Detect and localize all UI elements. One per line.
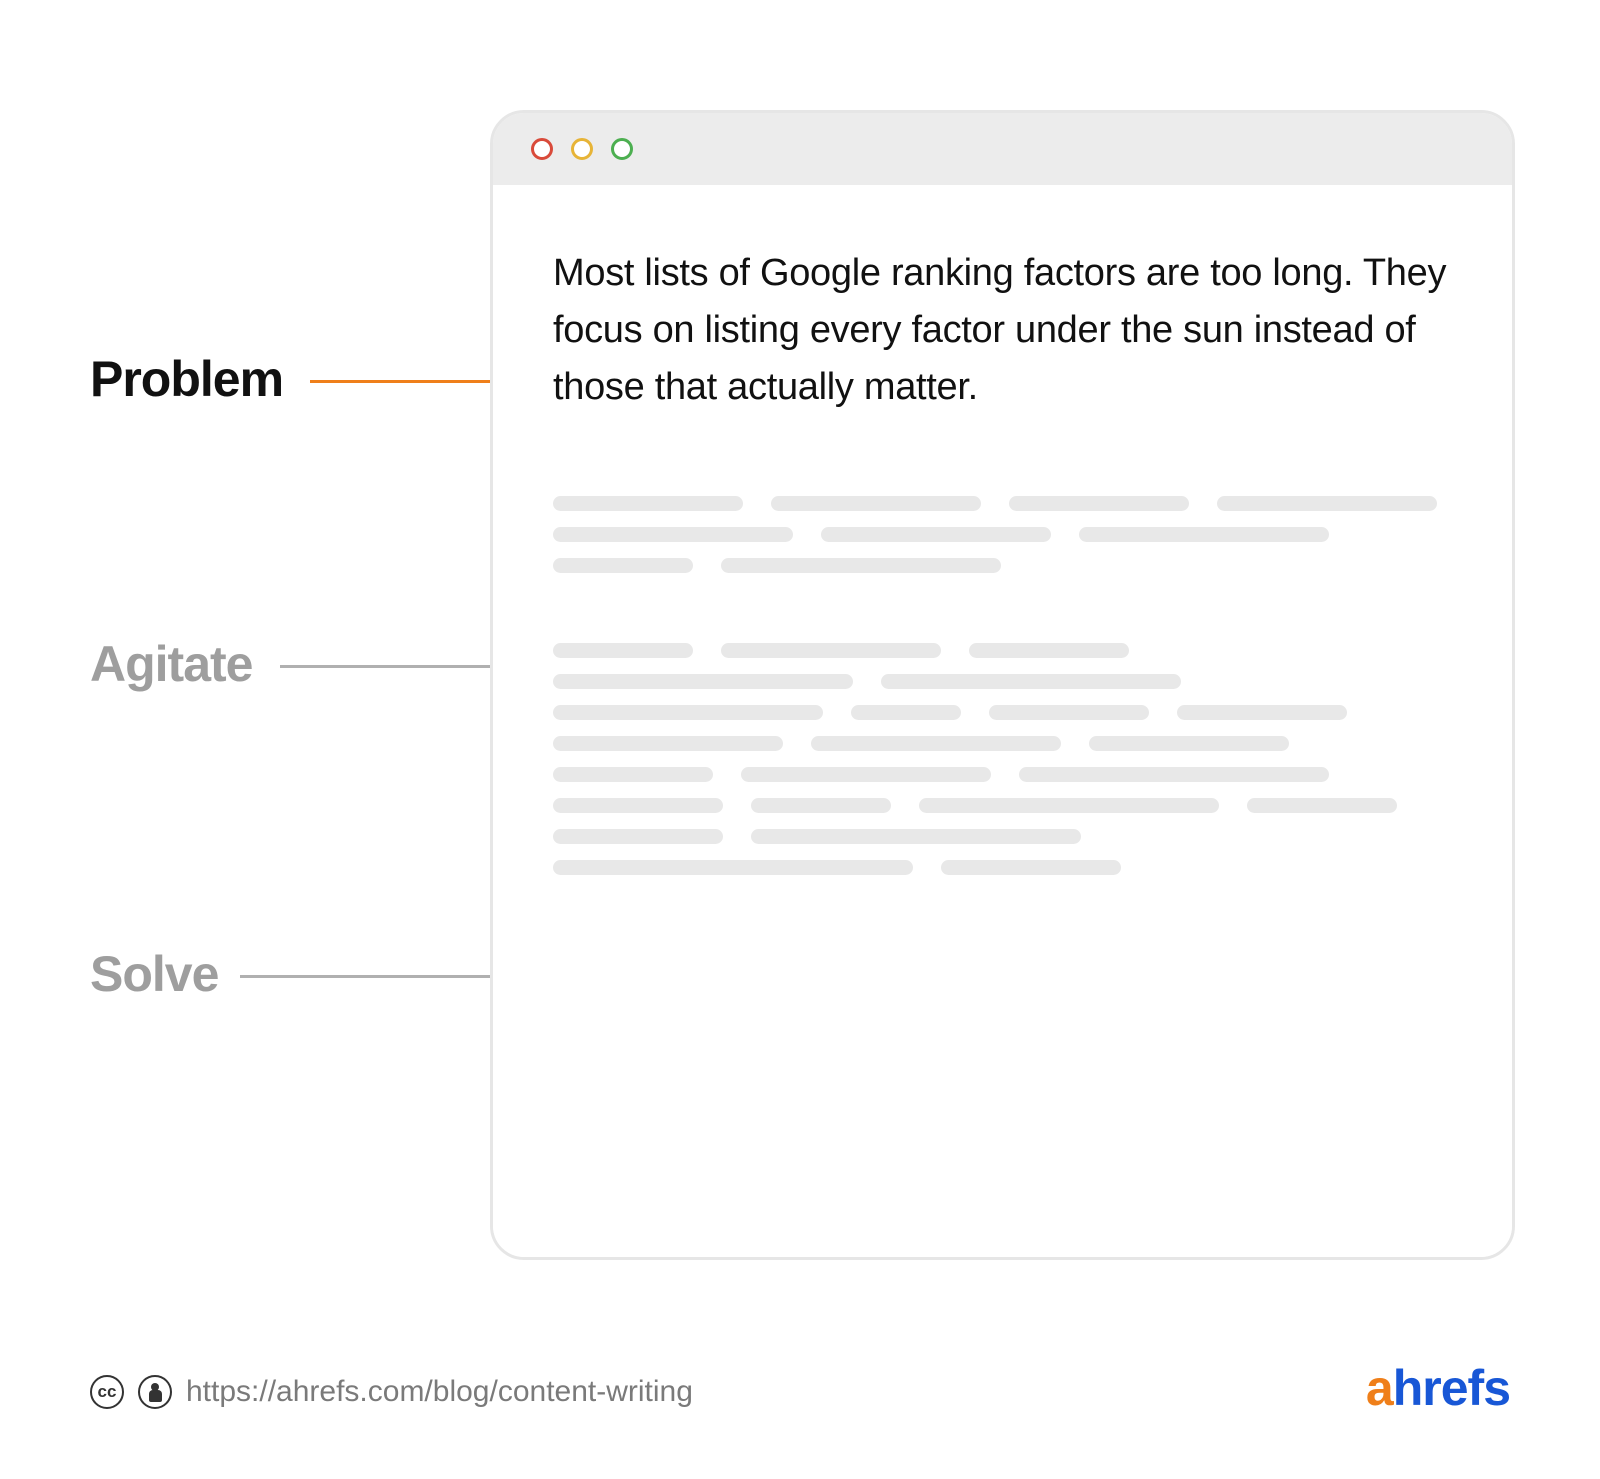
placeholder-bar: [721, 558, 1001, 573]
placeholder-bar: [919, 798, 1219, 813]
label-solve: Solve: [90, 945, 218, 1003]
attribution-icon: [138, 1375, 172, 1409]
brand-rest: hrefs: [1393, 1360, 1510, 1416]
agitate-placeholder: [553, 496, 1454, 573]
placeholder-bar: [553, 736, 783, 751]
footer: cc https://ahrefs.com/blog/content-writi…: [90, 1375, 693, 1409]
placeholder-bar: [553, 798, 723, 813]
brand-first-letter: a: [1366, 1360, 1393, 1416]
placeholder-bar: [741, 767, 991, 782]
placeholder-bar: [553, 767, 713, 782]
placeholder-bar: [1217, 496, 1437, 511]
source-url: https://ahrefs.com/blog/content-writing: [186, 1375, 693, 1409]
placeholder-bar: [1089, 736, 1289, 751]
placeholder-bar: [771, 496, 981, 511]
placeholder-bar: [969, 643, 1129, 658]
window-maximize-icon: [611, 138, 633, 160]
label-problem: Problem: [90, 350, 283, 408]
label-agitate: Agitate: [90, 635, 252, 693]
solve-placeholder: [553, 643, 1454, 875]
placeholder-bar: [989, 705, 1149, 720]
placeholder-bar: [1079, 527, 1329, 542]
placeholder-bar: [553, 527, 793, 542]
placeholder-bar: [553, 674, 853, 689]
placeholder-bar: [821, 527, 1051, 542]
window-minimize-icon: [571, 138, 593, 160]
placeholder-bar: [553, 496, 743, 511]
placeholder-bar: [751, 798, 891, 813]
placeholder-bar: [721, 643, 941, 658]
placeholder-bar: [811, 736, 1061, 751]
placeholder-bar: [1177, 705, 1347, 720]
window-titlebar: [493, 113, 1512, 185]
window-close-icon: [531, 138, 553, 160]
placeholder-bar: [1247, 798, 1397, 813]
placeholder-bar: [941, 860, 1121, 875]
problem-text: Most lists of Google ranking factors are…: [553, 245, 1454, 416]
placeholder-bar: [851, 705, 961, 720]
cc-license-icon: cc: [90, 1375, 124, 1409]
placeholder-bar: [881, 674, 1181, 689]
placeholder-bar: [553, 829, 723, 844]
placeholder-bar: [553, 860, 913, 875]
browser-window: Most lists of Google ranking factors are…: [490, 110, 1515, 1260]
placeholder-bar: [553, 558, 693, 573]
window-content: Most lists of Google ranking factors are…: [493, 185, 1512, 1257]
diagram-canvas: Problem Agitate Solve Most lists of Goog…: [0, 0, 1600, 1479]
placeholder-bar: [553, 643, 693, 658]
placeholder-bar: [751, 829, 1081, 844]
placeholder-bar: [1019, 767, 1329, 782]
brand-logo: ahrefs: [1366, 1359, 1510, 1417]
placeholder-bar: [1009, 496, 1189, 511]
placeholder-bar: [553, 705, 823, 720]
